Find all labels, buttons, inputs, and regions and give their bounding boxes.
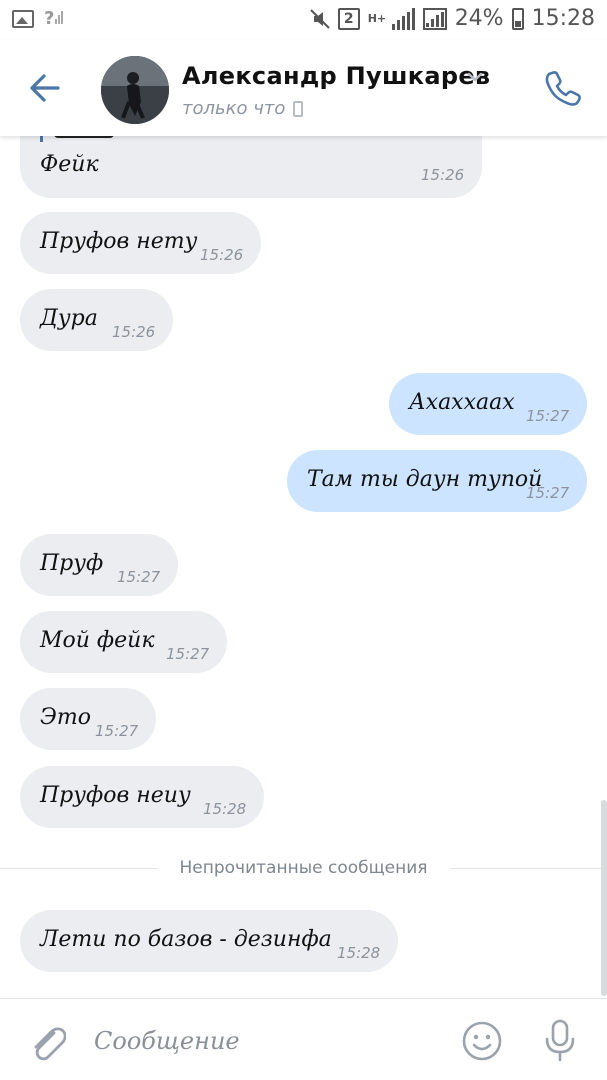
message-list[interactable]: Фейк 15:26 Пруфов нету 15:26 Дура 15:26 … [0,136,607,998]
message-bubble-in[interactable]: Это 15:27 [20,688,156,750]
status-time: 15:28 [531,6,595,31]
attachment-preview [54,136,114,138]
message-text: Пруфов неиу [40,783,191,808]
contact-name[interactable]: Александр Пушкарев [182,62,490,90]
message-time: 15:28 [337,944,381,962]
battery-icon [511,7,524,30]
status-bar: ? 2 H+ 24% 15:28 [0,0,607,40]
mute-icon [309,8,330,29]
online-status-text: только что [182,98,286,119]
message-bubble-in[interactable]: Лети по базов - дезинфа 15:28 [20,910,398,972]
status-bar-left: ? [12,8,64,29]
message-text: Ахаххаах [409,390,515,415]
forwarded-marker [40,136,43,142]
mobile-icon [293,100,304,117]
message-text: Фейк [40,152,99,177]
avatar[interactable] [101,56,169,124]
message-text: Пруф [40,551,104,576]
message-bubble-in[interactable]: Пруф 15:27 [20,534,178,596]
message-time: 15:26 [421,166,465,184]
message-time: 15:27 [166,645,210,663]
emoji-icon[interactable] [460,1019,504,1063]
message-text: Мой фейк [40,628,155,653]
chevron-down-icon[interactable] [466,70,484,84]
no-sim-icon: ? [44,8,64,29]
message-time: 15:27 [117,568,161,586]
message-bubble-in[interactable]: Мой фейк 15:27 [20,611,227,673]
message-text: Лети по базов - дезинфа [40,927,332,952]
message-bubble-in[interactable]: Пруфов нету 15:26 [20,212,261,274]
sim-unknown-mark: ? [44,8,55,29]
message-bubble-out[interactable]: Там ты даун тупой 15:27 [287,450,587,512]
message-bubble-out[interactable]: Ахаххаах 15:27 [389,373,587,435]
notification-badge: 2 [337,7,360,30]
back-arrow-icon[interactable] [24,68,68,108]
unread-divider-label: Непрочитанные сообщения [179,858,428,878]
message-input[interactable] [94,1023,434,1059]
battery-percent: 24% [454,6,504,31]
signal-icon-2 [422,7,447,30]
scrollbar[interactable] [601,800,607,996]
message-time: 15:26 [112,323,156,341]
message-time: 15:27 [526,407,570,425]
message-time: 15:27 [526,484,570,502]
signal-icon [391,7,415,30]
avatar-image [101,56,169,124]
message-time: 15:26 [200,246,244,264]
message-text: Это [40,705,91,730]
image-notification-icon [12,9,34,28]
network-type: H+ [367,11,387,25]
unread-divider: Непрочитанные сообщения [0,858,607,878]
status-bar-right: 2 H+ 24% 15:28 [309,6,595,31]
message-bubble-in[interactable]: Пруфов неиу 15:28 [20,766,264,828]
message-composer [0,998,607,1080]
message-text: Пруфов нету [40,229,198,254]
message-time: 15:27 [95,722,139,740]
message-text: Дура [40,306,98,331]
message-text: Там ты даун тупой [307,467,543,492]
phone-icon[interactable] [543,68,583,108]
message-bubble-in[interactable]: Фейк 15:26 [20,136,482,198]
chat-header: Александр Пушкарев только что [0,40,607,136]
online-status: только что [182,98,304,119]
microphone-icon[interactable] [540,1017,580,1063]
message-bubble-in[interactable]: Дура 15:26 [20,289,173,351]
message-time: 15:28 [203,800,247,818]
paperclip-icon[interactable] [26,1019,66,1063]
